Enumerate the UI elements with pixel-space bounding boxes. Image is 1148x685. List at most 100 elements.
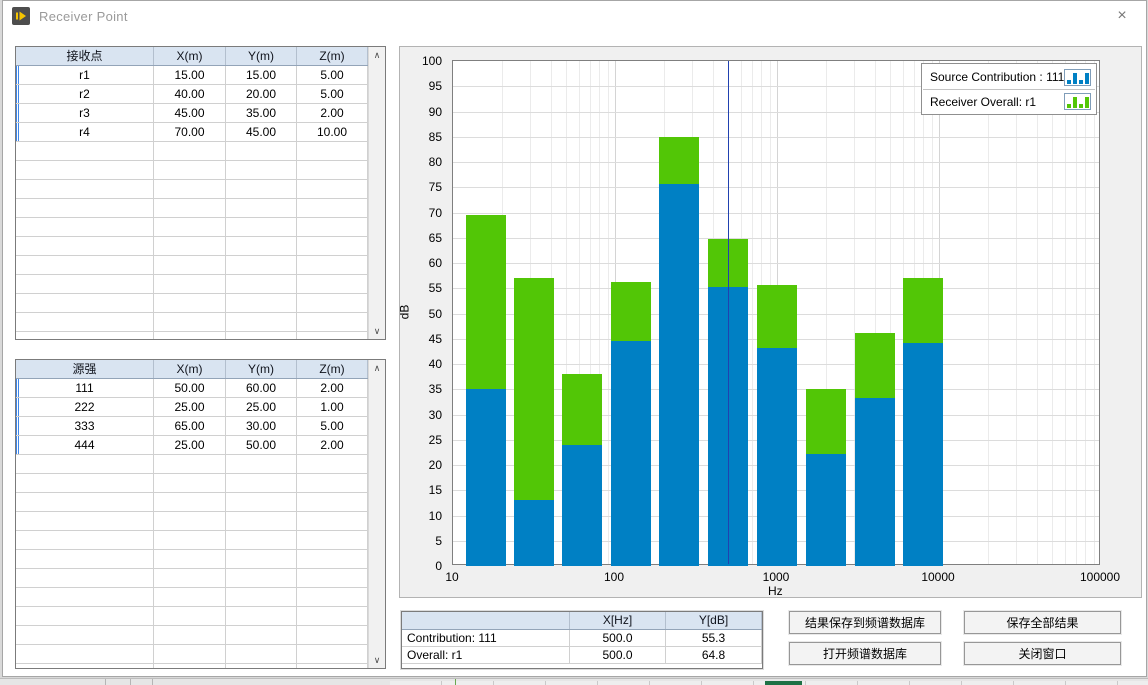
table-cell[interactable]: r4 bbox=[16, 123, 154, 141]
table-cell[interactable] bbox=[226, 332, 297, 339]
table-cell[interactable] bbox=[154, 161, 226, 179]
close-icon[interactable]: × bbox=[1112, 6, 1132, 26]
table-cell[interactable]: 2.00 bbox=[297, 104, 368, 122]
table-cell[interactable] bbox=[297, 512, 368, 530]
table-row[interactable]: r115.0015.005.00 bbox=[16, 66, 368, 85]
plot-area[interactable]: Source Contribution : 111 Receiver Overa… bbox=[452, 60, 1100, 565]
table-row[interactable] bbox=[16, 588, 368, 607]
table-row[interactable]: r345.0035.002.00 bbox=[16, 104, 368, 123]
chart-cursor[interactable] bbox=[728, 61, 729, 564]
table-cell[interactable]: 333 bbox=[16, 417, 154, 435]
table-cell[interactable] bbox=[154, 455, 226, 473]
table-cell[interactable] bbox=[16, 142, 154, 160]
table-cell[interactable] bbox=[154, 531, 226, 549]
table-cell[interactable] bbox=[226, 313, 297, 331]
table-cell[interactable] bbox=[226, 161, 297, 179]
table-cell[interactable] bbox=[226, 569, 297, 587]
table-cell[interactable]: 444 bbox=[16, 436, 154, 454]
table-cell[interactable]: 50.00 bbox=[226, 436, 297, 454]
table-cell[interactable] bbox=[226, 512, 297, 530]
table-cell[interactable] bbox=[16, 161, 154, 179]
table-cell[interactable] bbox=[154, 569, 226, 587]
table-cell[interactable] bbox=[154, 664, 226, 668]
table-cell[interactable]: 5.00 bbox=[297, 85, 368, 103]
table-cell[interactable]: 64.8 bbox=[666, 647, 762, 663]
table-cell[interactable]: 45.00 bbox=[154, 104, 226, 122]
scroll-up-arrow[interactable]: ∧ bbox=[369, 47, 385, 63]
table-row[interactable]: 33365.0030.005.00 bbox=[16, 417, 368, 436]
table-cell[interactable] bbox=[16, 626, 154, 644]
table-cell[interactable] bbox=[154, 645, 226, 663]
table-cell[interactable] bbox=[297, 161, 368, 179]
table-cell[interactable] bbox=[297, 294, 368, 312]
table-cell[interactable]: 10.00 bbox=[297, 123, 368, 141]
vertical-scrollbar[interactable]: ∧∨ bbox=[368, 360, 385, 668]
table-cell[interactable] bbox=[297, 588, 368, 606]
table-cell[interactable]: 50.00 bbox=[154, 379, 226, 397]
table-cell[interactable]: 55.3 bbox=[666, 630, 762, 646]
table-cell[interactable] bbox=[297, 493, 368, 511]
table-cell[interactable]: 222 bbox=[16, 398, 154, 416]
table-cell[interactable]: 111 bbox=[16, 379, 154, 397]
table-cell[interactable] bbox=[297, 531, 368, 549]
table-row[interactable] bbox=[16, 569, 368, 588]
cursor-readout-table[interactable]: X[Hz]Y[dB]Contribution: 111500.055.3Over… bbox=[401, 611, 763, 669]
table-cell[interactable] bbox=[16, 550, 154, 568]
table-cell[interactable] bbox=[154, 626, 226, 644]
table-cell[interactable] bbox=[16, 332, 154, 339]
scroll-down-arrow[interactable]: ∨ bbox=[369, 323, 385, 339]
table-cell[interactable]: r2 bbox=[16, 85, 154, 103]
table-cell[interactable] bbox=[226, 493, 297, 511]
table-row[interactable]: 22225.0025.001.00 bbox=[16, 398, 368, 417]
table-cell[interactable] bbox=[154, 142, 226, 160]
table-cell[interactable] bbox=[297, 569, 368, 587]
table-row[interactable] bbox=[16, 645, 368, 664]
save-to-spectrum-db-button[interactable]: 结果保存到频谱数据库 bbox=[789, 611, 941, 634]
table-cell[interactable]: r3 bbox=[16, 104, 154, 122]
table-cell[interactable]: 5.00 bbox=[297, 66, 368, 84]
table-row[interactable] bbox=[16, 550, 368, 569]
table-row[interactable] bbox=[16, 493, 368, 512]
table-cell[interactable] bbox=[297, 474, 368, 492]
table-cell[interactable]: 20.00 bbox=[226, 85, 297, 103]
table-cell[interactable] bbox=[154, 237, 226, 255]
table-cell[interactable] bbox=[226, 588, 297, 606]
table-cell[interactable] bbox=[297, 180, 368, 198]
table-cell[interactable] bbox=[226, 237, 297, 255]
table-cell[interactable]: 70.00 bbox=[154, 123, 226, 141]
table-cell[interactable] bbox=[226, 664, 297, 668]
table-cell[interactable] bbox=[154, 275, 226, 293]
table-cell[interactable]: 5.00 bbox=[297, 417, 368, 435]
table-cell[interactable]: 500.0 bbox=[570, 647, 666, 663]
table-cell[interactable] bbox=[297, 550, 368, 568]
table-cell[interactable] bbox=[16, 493, 154, 511]
table-cell[interactable] bbox=[297, 332, 368, 339]
table-cell[interactable] bbox=[154, 313, 226, 331]
table-cell[interactable]: 35.00 bbox=[226, 104, 297, 122]
table-cell[interactable] bbox=[154, 512, 226, 530]
table-cell[interactable] bbox=[16, 455, 154, 473]
table-cell[interactable] bbox=[16, 237, 154, 255]
table-cell[interactable] bbox=[226, 142, 297, 160]
table-cell[interactable] bbox=[16, 180, 154, 198]
table-cell[interactable] bbox=[16, 313, 154, 331]
table-row[interactable] bbox=[16, 531, 368, 550]
table-cell[interactable]: 2.00 bbox=[297, 436, 368, 454]
table-row[interactable] bbox=[16, 313, 368, 332]
table-cell[interactable]: 30.00 bbox=[226, 417, 297, 435]
table-cell[interactable] bbox=[16, 664, 154, 668]
table-cell[interactable] bbox=[226, 607, 297, 625]
table-cell[interactable] bbox=[16, 294, 154, 312]
table-cell[interactable] bbox=[297, 645, 368, 663]
table-cell[interactable] bbox=[16, 474, 154, 492]
table-row[interactable] bbox=[16, 256, 368, 275]
table-cell[interactable] bbox=[154, 474, 226, 492]
table-cell[interactable] bbox=[154, 218, 226, 236]
table-cell[interactable]: 25.00 bbox=[154, 398, 226, 416]
table-row[interactable] bbox=[16, 275, 368, 294]
table-row[interactable] bbox=[16, 332, 368, 339]
table-row[interactable] bbox=[16, 142, 368, 161]
table-cell[interactable] bbox=[16, 588, 154, 606]
table-cell[interactable]: 60.00 bbox=[226, 379, 297, 397]
table-row[interactable]: Overall: r1500.064.8 bbox=[402, 647, 762, 664]
